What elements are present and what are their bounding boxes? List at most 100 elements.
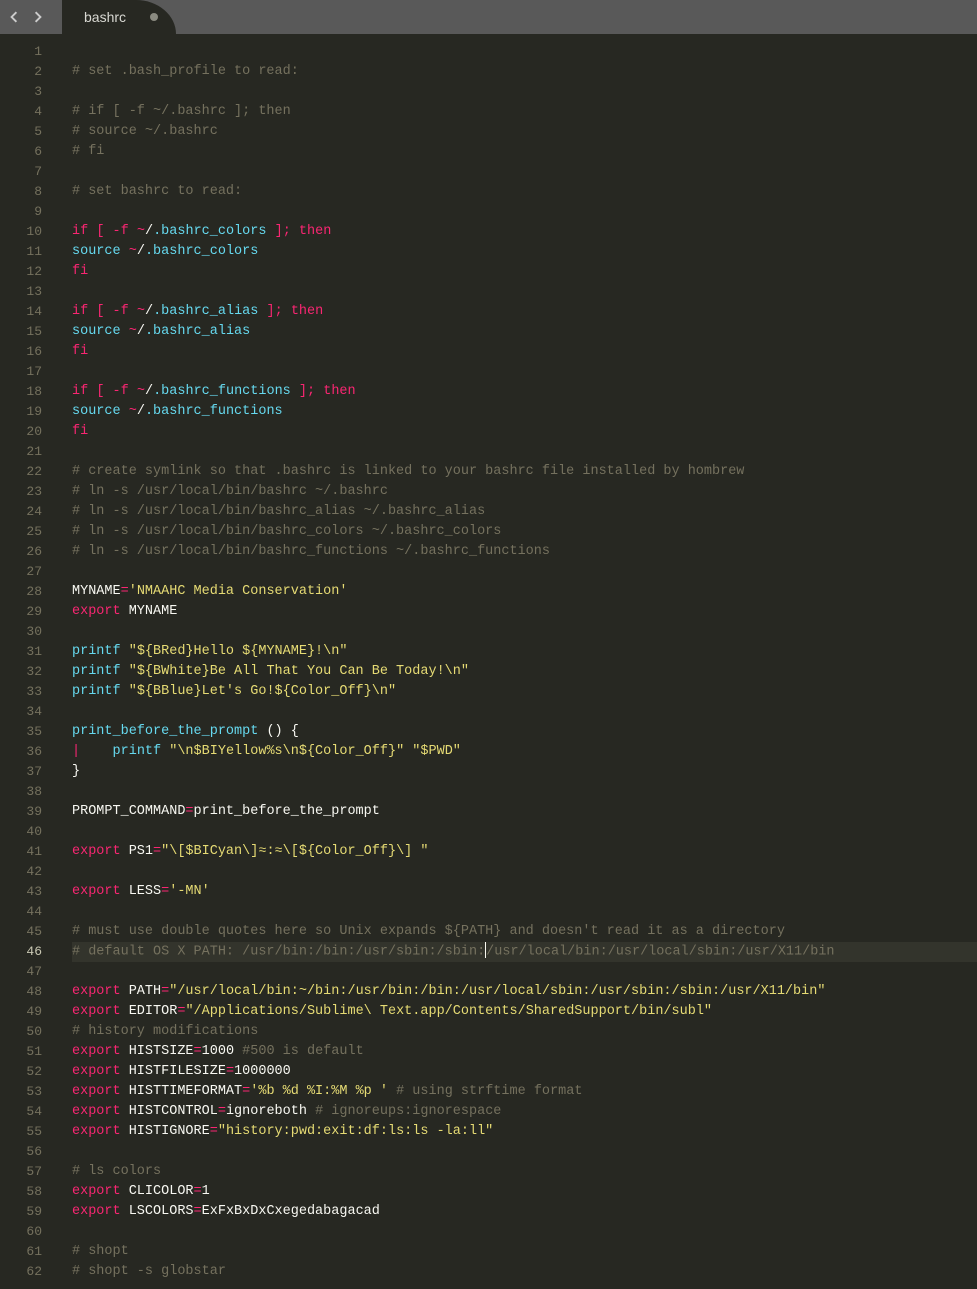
code-line[interactable] [72, 1142, 977, 1162]
code-line[interactable]: } [72, 762, 977, 782]
code-line[interactable]: # set bashrc to read: [72, 182, 977, 202]
code-line[interactable]: export PS1="\[$BICyan\]≈:≈\[${Color_Off}… [72, 842, 977, 862]
code-line[interactable]: PROMPT_COMMAND=print_before_the_prompt [72, 802, 977, 822]
code-line[interactable]: print_before_the_prompt () { [72, 722, 977, 742]
code-line[interactable]: # history modifications [72, 1022, 977, 1042]
code-line[interactable] [72, 42, 977, 62]
code-line[interactable]: # must use double quotes here so Unix ex… [72, 922, 977, 942]
code-line[interactable]: source ~/.bashrc_alias [72, 322, 977, 342]
code-line[interactable]: if [ -f ~/.bashrc_alias ]; then [72, 302, 977, 322]
token: ] [299, 384, 307, 399]
token [121, 684, 129, 699]
code-line[interactable]: export CLICOLOR=1 [72, 1182, 977, 1202]
code-line[interactable] [72, 442, 977, 462]
token: HISTTIMEFORMAT [121, 1084, 243, 1099]
code-line[interactable]: export EDITOR="/Applications/Sublime\ Te… [72, 1002, 977, 1022]
code-line[interactable]: export PATH="/usr/local/bin:~/bin:/usr/b… [72, 982, 977, 1002]
code-line[interactable]: # set .bash_profile to read: [72, 62, 977, 82]
code-line[interactable]: fi [72, 422, 977, 442]
code-line[interactable]: # source ~/.bashrc [72, 122, 977, 142]
token: -f [113, 224, 129, 239]
token: # shopt [72, 1244, 129, 1259]
code-line[interactable]: printf "${BBlue}Let's Go!${Color_Off}\n" [72, 682, 977, 702]
token: # history modifications [72, 1024, 258, 1039]
code-line[interactable] [72, 702, 977, 722]
code-line[interactable] [72, 902, 977, 922]
code-line[interactable]: # create symlink so that .bashrc is link… [72, 462, 977, 482]
code-line[interactable]: printf "${BRed}Hello ${MYNAME}!\n" [72, 642, 977, 662]
code-line[interactable]: if [ -f ~/.bashrc_functions ]; then [72, 382, 977, 402]
token: PS1 [121, 844, 153, 859]
code-line[interactable]: export LESS='-MN' [72, 882, 977, 902]
code-line[interactable]: export HISTFILESIZE=1000000 [72, 1062, 977, 1082]
editor: 1234567891011121314151617181920212223242… [0, 34, 977, 1289]
line-number: 6 [0, 142, 42, 162]
token: then [291, 304, 323, 319]
token [234, 1044, 242, 1059]
code-line[interactable] [72, 162, 977, 182]
code-line[interactable]: printf "${BWhite}Be All That You Can Be … [72, 662, 977, 682]
code-line[interactable] [72, 562, 977, 582]
code-line[interactable]: # shopt [72, 1242, 977, 1262]
token: export [72, 604, 121, 619]
code-line[interactable]: | printf "\n$BIYellow%s\n${Color_Off}" "… [72, 742, 977, 762]
tab-title: bashrc [84, 9, 126, 25]
token [121, 324, 129, 339]
token [121, 644, 129, 659]
code-line[interactable]: source ~/.bashrc_functions [72, 402, 977, 422]
code-line[interactable]: fi [72, 262, 977, 282]
code-line[interactable]: # ls colors [72, 1162, 977, 1182]
code-line[interactable] [72, 362, 977, 382]
code-line[interactable]: # ln -s /usr/local/bin/bashrc_alias ~/.b… [72, 502, 977, 522]
code-line[interactable]: # ln -s /usr/local/bin/bashrc_functions … [72, 542, 977, 562]
code-line[interactable]: export HISTTIMEFORMAT='%b %d %I:%M %p ' … [72, 1082, 977, 1102]
code-line[interactable]: # fi [72, 142, 977, 162]
line-number: 31 [0, 642, 42, 662]
line-number: 16 [0, 342, 42, 362]
line-number: 48 [0, 982, 42, 1002]
code-line[interactable] [72, 822, 977, 842]
code-line[interactable]: fi [72, 342, 977, 362]
token: () { [258, 724, 299, 739]
token: .bashrc_alias [153, 304, 258, 319]
code-line[interactable]: # default OS X PATH: /usr/bin:/bin:/usr/… [72, 942, 977, 962]
token: HISTSIZE [121, 1044, 194, 1059]
code-line[interactable]: # if [ -f ~/.bashrc ]; then [72, 102, 977, 122]
nav-forward-button[interactable] [28, 11, 48, 23]
file-tab[interactable]: bashrc [62, 0, 176, 34]
code-line[interactable] [72, 202, 977, 222]
token: print_before_the_prompt [194, 804, 380, 819]
code-line[interactable]: # ln -s /usr/local/bin/bashrc_colors ~/.… [72, 522, 977, 542]
token: LESS [121, 884, 162, 899]
code-line[interactable] [72, 782, 977, 802]
code-line[interactable]: export LSCOLORS=ExFxBxDxCxegedabagacad [72, 1202, 977, 1222]
token: fi [72, 344, 88, 359]
code-line[interactable] [72, 862, 977, 882]
code-line[interactable]: source ~/.bashrc_colors [72, 242, 977, 262]
code-line[interactable] [72, 962, 977, 982]
token: printf [72, 684, 121, 699]
code-line[interactable]: # ln -s /usr/local/bin/bashrc ~/.bashrc [72, 482, 977, 502]
code-line[interactable]: export HISTIGNORE="history:pwd:exit:df:l… [72, 1122, 977, 1142]
code-line[interactable] [72, 622, 977, 642]
token: = [194, 1184, 202, 1199]
code-area[interactable]: # set .bash_profile to read: # if [ -f ~… [54, 34, 977, 1289]
code-line[interactable]: export MYNAME [72, 602, 977, 622]
code-line[interactable] [72, 82, 977, 102]
token: # fi [72, 144, 104, 159]
token: MYNAME [121, 604, 178, 619]
code-line[interactable]: export HISTCONTROL=ignoreboth # ignoreup… [72, 1102, 977, 1122]
code-line[interactable]: # shopt -s globstar [72, 1262, 977, 1282]
code-line[interactable] [72, 282, 977, 302]
line-number: 56 [0, 1142, 42, 1162]
token: export [72, 1064, 121, 1079]
code-line[interactable]: if [ -f ~/.bashrc_colors ]; then [72, 222, 977, 242]
token: HISTCONTROL [121, 1104, 218, 1119]
code-line[interactable] [72, 1222, 977, 1242]
code-line[interactable]: export HISTSIZE=1000 #500 is default [72, 1042, 977, 1062]
line-number: 51 [0, 1042, 42, 1062]
token: = [194, 1044, 202, 1059]
nav-back-button[interactable] [4, 11, 24, 23]
code-line[interactable]: MYNAME='NMAAHC Media Conservation' [72, 582, 977, 602]
line-number: 40 [0, 822, 42, 842]
